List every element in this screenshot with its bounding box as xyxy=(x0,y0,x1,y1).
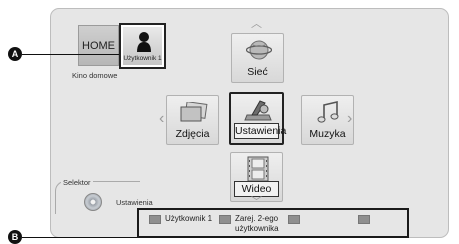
color-button-2[interactable] xyxy=(219,215,231,224)
home-subtitle: Kino domowe xyxy=(72,71,118,80)
callout-b-leader-line xyxy=(22,237,137,238)
color-button-4[interactable] xyxy=(358,215,370,224)
disc-icon[interactable] xyxy=(84,193,102,211)
menu-label-settings: Ustawienia xyxy=(234,123,287,139)
callout-a-leader-line xyxy=(22,54,119,55)
color-button-3[interactable] xyxy=(288,215,300,224)
menu-label-music: Muzyka xyxy=(309,128,346,140)
menu-label-network: Sieć xyxy=(247,66,268,78)
person-icon xyxy=(137,32,151,52)
menu-label-video: Wideo xyxy=(234,181,279,197)
film-icon xyxy=(247,156,269,182)
user-tile-face: Użytkownik 1 xyxy=(123,27,162,65)
home-tile[interactable]: HOME xyxy=(78,25,119,66)
color-button-2-label-line1: Zarej. 2-ego xyxy=(235,214,279,223)
home-label: HOME xyxy=(82,39,115,52)
callout-b: B xyxy=(8,230,22,244)
user-tile[interactable]: Użytkownik 1 xyxy=(119,23,166,69)
arrow-left-icon[interactable]: ‹ xyxy=(159,111,164,127)
settings-tools-icon xyxy=(244,100,272,121)
callout-a: A xyxy=(8,47,22,61)
music-note-icon xyxy=(317,100,339,123)
globe-icon xyxy=(246,40,272,60)
color-button-2-label-line2: użytkownika xyxy=(235,224,279,233)
photos-icon xyxy=(180,102,208,122)
menu-tile-settings[interactable]: Ustawienia xyxy=(229,92,287,145)
color-button-1[interactable] xyxy=(149,215,161,224)
color-button-1-label: Użytkownik 1 xyxy=(165,214,213,223)
arrow-down-icon[interactable]: ﹀ xyxy=(251,197,262,208)
user-name-label: Użytkownik 1 xyxy=(123,55,162,62)
menu-tile-video[interactable]: Wideo xyxy=(230,152,283,202)
arrow-right-icon[interactable]: › xyxy=(347,111,352,127)
menu-tile-network[interactable]: Sieć xyxy=(231,33,284,83)
arrow-up-icon[interactable]: ︿ xyxy=(251,19,262,30)
menu-label-photos: Zdjęcia xyxy=(175,128,210,140)
selector-label: Selektor xyxy=(61,178,93,187)
menu-tile-photos[interactable]: Zdjęcia xyxy=(166,95,219,145)
selector-sub-label: Ustawienia xyxy=(116,198,153,207)
